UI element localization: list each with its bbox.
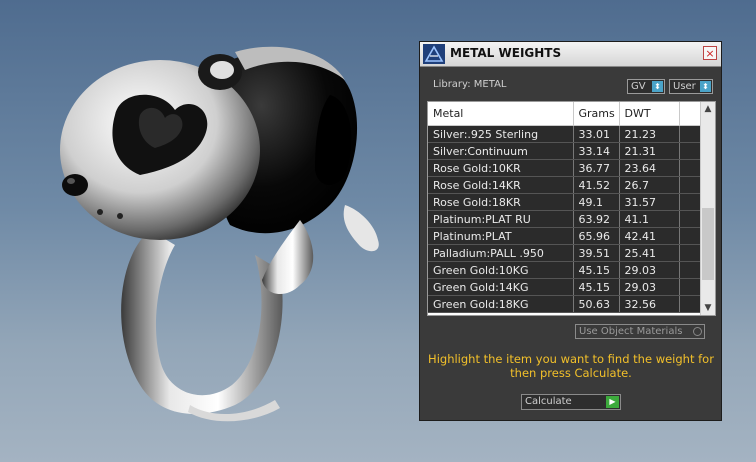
dropdown-arrow-icon: ⬍ — [700, 81, 711, 92]
metal-weights-table[interactable]: Metal Grams DWT Silver:.925 Sterling 33.… — [427, 101, 716, 316]
metal-cell: Green Gold:14KG — [428, 278, 574, 296]
grams-cell: 50.63 — [573, 295, 620, 313]
table-row[interactable]: Silver:Continuum 33.14 21.31 — [428, 142, 701, 160]
spacer-cell — [679, 295, 701, 313]
table-row[interactable]: Palladium:PALL .950 39.51 25.41 — [428, 244, 701, 262]
calculate-label: Calculate — [525, 396, 572, 407]
grams-cell: 33.01 — [573, 125, 620, 143]
grams-cell: 49.1 — [573, 193, 620, 211]
panda-ring-model — [60, 46, 379, 422]
grams-cell: 33.14 — [573, 142, 620, 160]
spacer-cell — [679, 244, 701, 262]
user-dropdown[interactable]: User ⬍ — [669, 79, 713, 94]
dwt-cell: 31.57 — [619, 193, 680, 211]
app-logo-icon — [423, 44, 445, 64]
panel-title: METAL WEIGHTS — [450, 46, 562, 60]
close-icon[interactable]: × — [703, 46, 717, 60]
scroll-down-icon[interactable]: ▼ — [701, 301, 715, 315]
table-row[interactable]: Platinum:PLAT 65.96 42.41 — [428, 227, 701, 245]
table-scrollbar[interactable]: ▲ ▼ — [700, 102, 715, 315]
spacer-cell — [679, 193, 701, 211]
metal-cell: Silver:Continuum — [428, 142, 574, 160]
spacer-cell — [679, 125, 701, 143]
grams-cell: 39.51 — [573, 244, 620, 262]
dwt-cell: 29.03 — [619, 261, 680, 279]
spacer-cell — [679, 278, 701, 296]
dwt-cell: 42.41 — [619, 227, 680, 245]
spacer-cell — [679, 227, 701, 245]
metal-weights-panel: METAL WEIGHTS × Library: METAL GV ⬍ User… — [419, 41, 722, 421]
column-header-grams[interactable]: Grams — [573, 102, 620, 126]
library-label: Library: METAL — [433, 79, 507, 90]
spacer-cell — [679, 159, 701, 177]
dwt-cell: 21.31 — [619, 142, 680, 160]
user-dropdown-value: User — [673, 81, 696, 92]
panel-titlebar[interactable]: METAL WEIGHTS × — [420, 42, 721, 67]
metal-cell: Rose Gold:18KR — [428, 193, 574, 211]
dwt-cell: 41.1 — [619, 210, 680, 228]
metal-cell: Rose Gold:14KR — [428, 176, 574, 194]
grams-cell: 63.92 — [573, 210, 620, 228]
dropdown-arrow-icon: ⬍ — [652, 81, 663, 92]
dwt-cell: 21.23 — [619, 125, 680, 143]
metal-cell: Platinum:PLAT RU — [428, 210, 574, 228]
table-row[interactable]: Rose Gold:14KR 41.52 26.7 — [428, 176, 701, 194]
play-arrow-icon: ▶ — [606, 396, 619, 408]
dwt-cell: 23.64 — [619, 159, 680, 177]
table-row[interactable]: Rose Gold:10KR 36.77 23.64 — [428, 159, 701, 177]
dwt-cell: 25.41 — [619, 244, 680, 262]
grams-cell: 41.52 — [573, 176, 620, 194]
use-object-materials-label: Use Object Materials — [579, 326, 683, 337]
grams-cell: 45.15 — [573, 261, 620, 279]
table-header-row: Metal Grams DWT — [428, 102, 701, 126]
table-row[interactable]: Rose Gold:18KR 49.1 31.57 — [428, 193, 701, 211]
spacer-cell — [679, 261, 701, 279]
spacer-cell — [679, 210, 701, 228]
metal-cell: Rose Gold:10KR — [428, 159, 574, 177]
grams-cell: 45.15 — [573, 278, 620, 296]
dwt-cell: 32.56 — [619, 295, 680, 313]
table-row[interactable]: Green Gold:14KG 45.15 29.03 — [428, 278, 701, 296]
spacer-cell — [679, 142, 701, 160]
dwt-cell: 29.03 — [619, 278, 680, 296]
radio-knob-icon — [693, 327, 702, 336]
dwt-cell: 26.7 — [619, 176, 680, 194]
column-header-dwt[interactable]: DWT — [619, 102, 680, 126]
grams-cell: 65.96 — [573, 227, 620, 245]
grams-cell: 36.77 — [573, 159, 620, 177]
scroll-up-icon[interactable]: ▲ — [701, 102, 715, 116]
column-header-spacer — [679, 102, 701, 126]
instruction-text: Highlight the item you want to find the … — [428, 352, 714, 380]
column-header-metal[interactable]: Metal — [428, 102, 574, 126]
calculate-button[interactable]: Calculate ▶ — [521, 394, 621, 410]
scroll-thumb[interactable] — [702, 208, 714, 280]
metal-cell: Silver:.925 Sterling — [428, 125, 574, 143]
table-row[interactable]: Silver:.925 Sterling 33.01 21.23 — [428, 125, 701, 143]
table-row[interactable]: Green Gold:18KG 50.63 32.56 — [428, 295, 701, 313]
metal-cell: Green Gold:10KG — [428, 261, 574, 279]
gv-dropdown-value: GV — [631, 81, 646, 92]
metal-cell: Platinum:PLAT — [428, 227, 574, 245]
gv-dropdown[interactable]: GV ⬍ — [627, 79, 665, 94]
spacer-cell — [679, 176, 701, 194]
metal-cell: Green Gold:18KG — [428, 295, 574, 313]
use-object-materials-toggle[interactable]: Use Object Materials — [575, 324, 705, 339]
table-row[interactable]: Platinum:PLAT RU 63.92 41.1 — [428, 210, 701, 228]
metal-cell: Palladium:PALL .950 — [428, 244, 574, 262]
table-row[interactable]: Green Gold:10KG 45.15 29.03 — [428, 261, 701, 279]
